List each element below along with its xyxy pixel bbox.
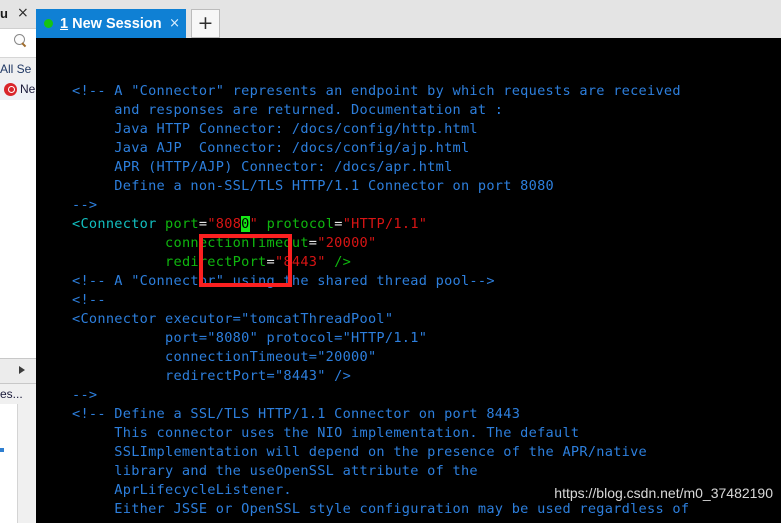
code-line: connectionTimeout="20000" [72,234,689,253]
code-line: <!-- Define a SSL/TLS HTTP/1.1 Connector… [72,405,689,424]
code-token: SSLImplementation will depend on the pre… [72,444,648,460]
code-token: --> [72,387,98,403]
code-token: protocol [266,216,335,232]
code-token: <!-- [72,292,106,308]
code-token: APR (HTTP/AJP) Connector: /docs/apr.html [72,159,453,175]
tab-title: New Session [68,15,162,32]
code-line: Either JSSE or OpenSSL style configurati… [72,500,689,519]
record-icon [4,83,17,96]
code-token: This connector uses the NIO implementati… [72,425,580,441]
tab-new-session[interactable]: 1 New Session × [36,9,186,38]
code-line: --> [72,386,689,405]
code-token: Define a non-SSL/TLS HTTP/1.1 Connector … [72,178,554,194]
tab-bar: 1 New Session × + [36,0,781,38]
code-token: connectionTimeout [165,235,309,251]
code-token: library and the useOpenSSL attribute of … [72,463,478,479]
background-selection-marker [0,448,4,452]
code-line: library and the useOpenSSL attribute of … [72,462,689,481]
background-app-window: u × All Se Ne es... [0,0,36,523]
list-item-label: Ne [20,82,36,96]
code-token: <Connector [72,216,166,232]
code-line: redirectPort="8443" /> [72,253,689,272]
code-token: = [266,254,275,270]
background-list-panel [0,100,36,358]
code-line: port="8080" protocol="HTTP/1.1" [72,329,689,348]
code-token: "20000" [317,235,377,251]
code-token: redirectPort="8443" /> [72,368,352,384]
sessions-label: es... [0,387,23,401]
chevron-right-icon[interactable] [19,366,25,374]
code-line: APR (HTTP/AJP) Connector: /docs/apr.html [72,158,689,177]
code-line: <!-- A "Connector" using the shared thre… [72,272,689,291]
code-token: = [308,235,318,251]
code-token: Either JSSE or OpenSSL style configurati… [72,501,690,517]
code-line: --> [72,196,689,215]
code-token: --> [72,197,98,213]
code-line: <Connector port="8080" protocol="HTTP/1.… [72,215,689,234]
code-line: connectionTimeout="20000" [72,348,689,367]
code-token: <Connector executor="tomcatThreadPool" [72,311,394,327]
background-lower-content [0,404,17,523]
status-dot-icon [44,19,53,28]
background-window-title: u [0,6,8,21]
background-search-bar[interactable] [0,29,36,58]
code-token: = [334,216,343,232]
code-token: connectionTimeout="20000" [72,349,377,365]
code-line: SSLImplementation will depend on the pre… [72,443,689,462]
tab-close-icon[interactable]: × [169,16,180,31]
code-line: <!-- [72,291,689,310]
code-token: <!-- Define a SSL/TLS HTTP/1.1 Connector… [72,406,521,422]
code-token: AprLifecycleListener. [72,482,292,498]
search-icon[interactable] [14,34,27,48]
code-token: port [165,216,199,232]
scrollbar[interactable] [17,404,35,523]
code-token: and responses are returned. Documentatio… [72,102,504,118]
code-line: and responses are returned. Documentatio… [72,101,689,120]
terminal-body[interactable]: <!-- A "Connector" represents an endpoin… [36,38,781,523]
code-token: <!-- A "Connector" using the shared thre… [72,273,495,289]
tab-index: 1 [60,15,69,32]
code-token: Java HTTP Connector: /docs/config/http.h… [72,121,478,137]
new-tab-button[interactable]: + [191,9,220,38]
panel-splitter[interactable] [0,358,36,384]
code-line: Java AJP Connector: /docs/config/ajp.htm… [72,139,689,158]
code-token: "HTTP/1.1" [342,216,428,232]
code-token: "808 [207,216,242,232]
tab-label: 1 New Session [60,16,163,32]
terminal-window: 1 New Session × + <!-- A "Connector" rep… [36,0,781,523]
code-token: /> [334,254,352,270]
list-item[interactable]: Ne [0,80,36,100]
terminal-code-content: <!-- A "Connector" represents an endpoin… [72,82,689,519]
code-token: <!-- A "Connector" represents an endpoin… [72,83,681,99]
code-token: redirectPort [165,254,267,270]
code-line: redirectPort="8443" /> [72,367,689,386]
code-token: Java AJP Connector: /docs/config/ajp.htm… [72,140,470,156]
code-line: This connector uses the NIO implementati… [72,424,689,443]
code-token: " [249,216,259,232]
code-line: Define a non-SSL/TLS HTTP/1.1 Connector … [72,177,689,196]
close-icon[interactable]: × [17,5,29,21]
text-cursor: 0 [241,216,250,232]
code-line: <Connector executor="tomcatThreadPool" [72,310,689,329]
code-line: <!-- A "Connector" represents an endpoin… [72,82,689,101]
code-line: Java HTTP Connector: /docs/config/http.h… [72,120,689,139]
background-window-titlebar: u × [0,0,36,29]
code-token: port="8080" protocol="HTTP/1.1" [72,330,428,346]
all-sessions-label[interactable]: All Se [0,60,36,78]
code-token: "8443" [274,254,326,270]
watermark-text: https://blog.csdn.net/m0_37482190 [554,485,773,501]
